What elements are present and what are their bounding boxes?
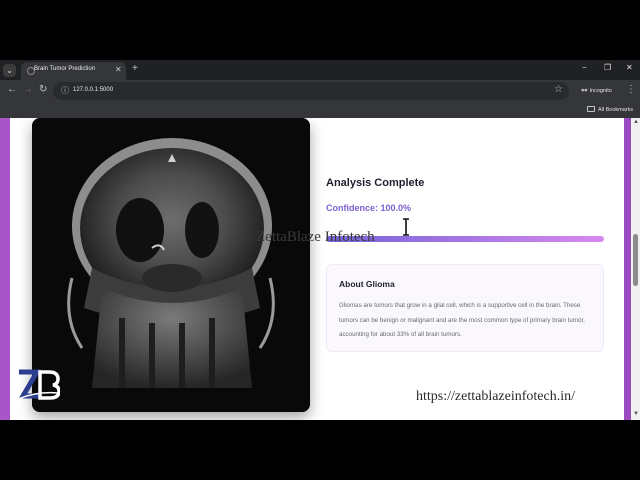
- tumor-info-description: Gliomas are tumors that grow in a glial …: [339, 302, 585, 338]
- all-bookmarks-label: All Bookmarks: [598, 107, 634, 113]
- tab-list-icon[interactable]: ⌄: [3, 64, 16, 77]
- browser-chrome: ⌄ Brain Tumor Prediction ✕ + − ❐ ✕ ← → ↻…: [0, 60, 640, 118]
- page-scrollbar[interactable]: ▲ ▼: [631, 118, 640, 420]
- tab-brain-tumor-prediction[interactable]: Brain Tumor Prediction ✕: [21, 62, 126, 80]
- zb-logo-mark: [17, 369, 61, 400]
- minimize-icon[interactable]: −: [582, 63, 587, 72]
- mri-brain-illustration: [32, 118, 310, 412]
- reload-icon[interactable]: ↻: [39, 84, 47, 95]
- restore-icon[interactable]: ❐: [604, 63, 611, 72]
- result-panel: Analysis Complete Confidence: 100.0% Zet…: [10, 118, 624, 420]
- page-viewport: Analysis Complete Confidence: 100.0% Zet…: [0, 118, 640, 420]
- url-text[interactable]: 127.0.0.1:5000: [73, 87, 113, 93]
- tab-strip: ⌄ Brain Tumor Prediction ✕ + − ❐ ✕: [0, 60, 640, 80]
- black-letterbox-top: [0, 0, 640, 60]
- scroll-up-icon[interactable]: ▲: [633, 119, 639, 125]
- menu-icon[interactable]: ⋮: [626, 84, 636, 95]
- zb-logo: [16, 368, 61, 402]
- watermark-text: ZettaBlaze Infotech: [256, 229, 375, 245]
- website-url-overlay: https://zettablazeinfotech.in/: [416, 389, 575, 404]
- close-window-icon[interactable]: ✕: [626, 63, 633, 72]
- bookmarks-bar: All Bookmarks: [0, 102, 640, 118]
- text-cursor-icon: [402, 218, 410, 241]
- forward-icon[interactable]: →: [23, 84, 33, 95]
- confidence-label: Confidence: 100.0%: [326, 203, 412, 213]
- new-tab-icon[interactable]: +: [132, 63, 138, 74]
- address-bar[interactable]: ⓘ 127.0.0.1:5000 ☆: [53, 82, 569, 100]
- tumor-info-card: About Glioma Gliomas are tumors that gro…: [326, 264, 604, 352]
- close-icon[interactable]: ✕: [115, 65, 122, 74]
- site-info-icon[interactable]: ⓘ: [61, 85, 69, 96]
- tumor-info-title: About Glioma: [339, 279, 395, 289]
- bookmark-star-icon[interactable]: ☆: [554, 84, 563, 95]
- browser-toolbar: ← → ↻ ⓘ 127.0.0.1:5000 ☆ 🕶 Incognito ⋮: [0, 80, 640, 102]
- analysis-status-title: Analysis Complete: [326, 177, 425, 189]
- all-bookmarks-button[interactable]: All Bookmarks: [587, 106, 633, 113]
- scrollbar-thumb[interactable]: [633, 234, 638, 286]
- incognito-label: Incognito: [589, 88, 612, 94]
- incognito-badge[interactable]: 🕶 Incognito: [575, 84, 618, 98]
- incognito-icon: 🕶: [581, 88, 590, 94]
- tab-title: Brain Tumor Prediction: [34, 66, 96, 72]
- scroll-down-icon[interactable]: ▼: [633, 411, 639, 417]
- back-icon[interactable]: ←: [7, 84, 17, 95]
- folder-icon: [587, 106, 595, 112]
- mri-scan-image: [32, 118, 310, 412]
